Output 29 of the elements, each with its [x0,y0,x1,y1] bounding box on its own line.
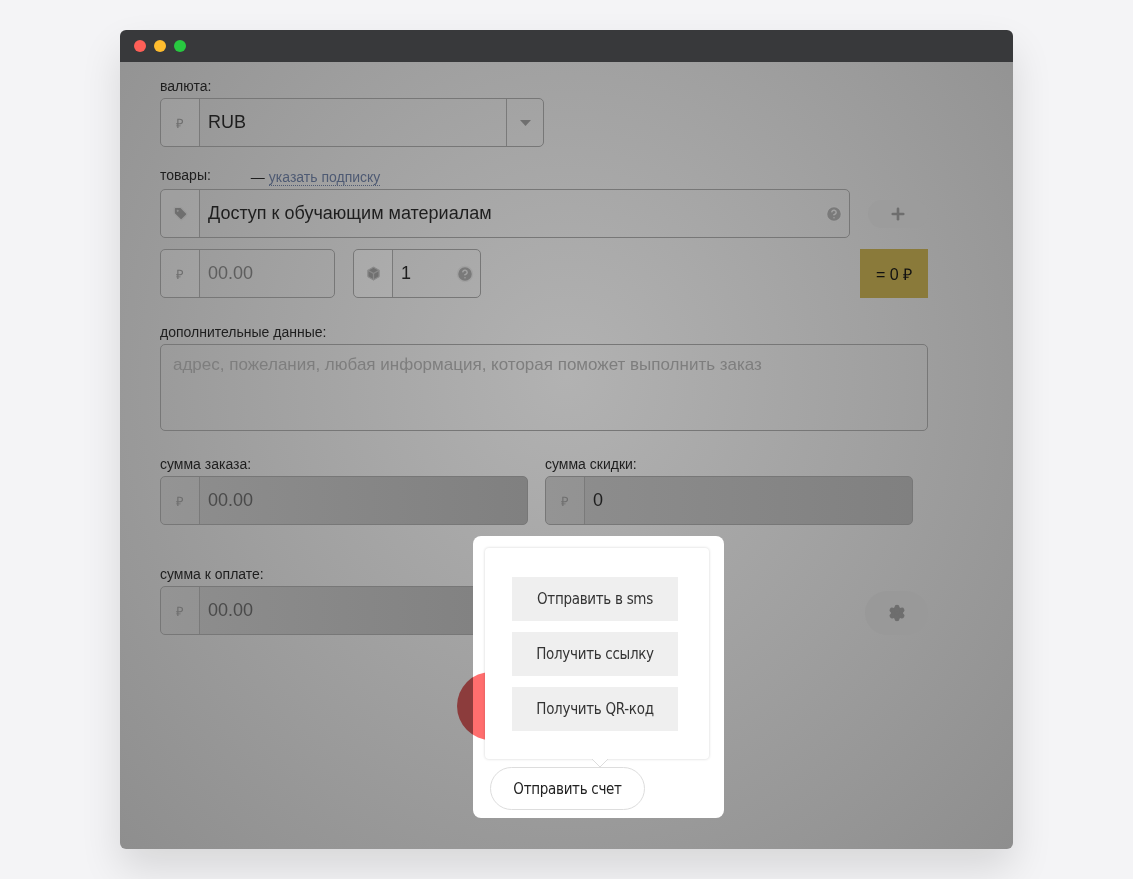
currency-select[interactable]: ₽ RUB [160,98,544,147]
close-dot[interactable] [134,40,146,52]
field-label: дополнительные данные: [160,324,328,340]
menu-item[interactable]: Отправить в sms [512,577,678,621]
menu-item[interactable]: Получить QR-код [512,687,678,731]
ruble-sign: ₽ [176,114,184,132]
quantity-field[interactable]: 1 [353,249,481,298]
maximize-dot[interactable] [174,40,186,52]
dash: — [250,169,265,185]
minimize-dot[interactable] [154,40,166,52]
ruble-sign: ₽ [561,492,569,510]
caret-icon [519,119,531,126]
cube-icon [365,266,381,281]
help-icon[interactable] [456,264,474,283]
ruble-sign: ₽ [176,265,184,283]
total-amount: = 0 ₽ [860,249,928,298]
field-label: сумма заказа: [160,456,253,472]
product-field[interactable]: Доступ к обучающим материалам [160,189,850,238]
send-invoice-button[interactable]: Отправить счет [490,767,645,810]
ruble-sign: ₽ [176,492,184,510]
field-label: товары: [160,167,211,183]
field-label: валюта: [160,78,213,94]
settings-icon [887,604,906,622]
help-icon[interactable] [825,204,843,223]
menu-item[interactable]: Получить ссылку [512,632,678,676]
ruble-sign: ₽ [176,602,184,620]
tag-icon [172,206,188,221]
field-label: сумма к оплате: [160,566,265,582]
field-label: сумма скидки: [545,456,638,472]
